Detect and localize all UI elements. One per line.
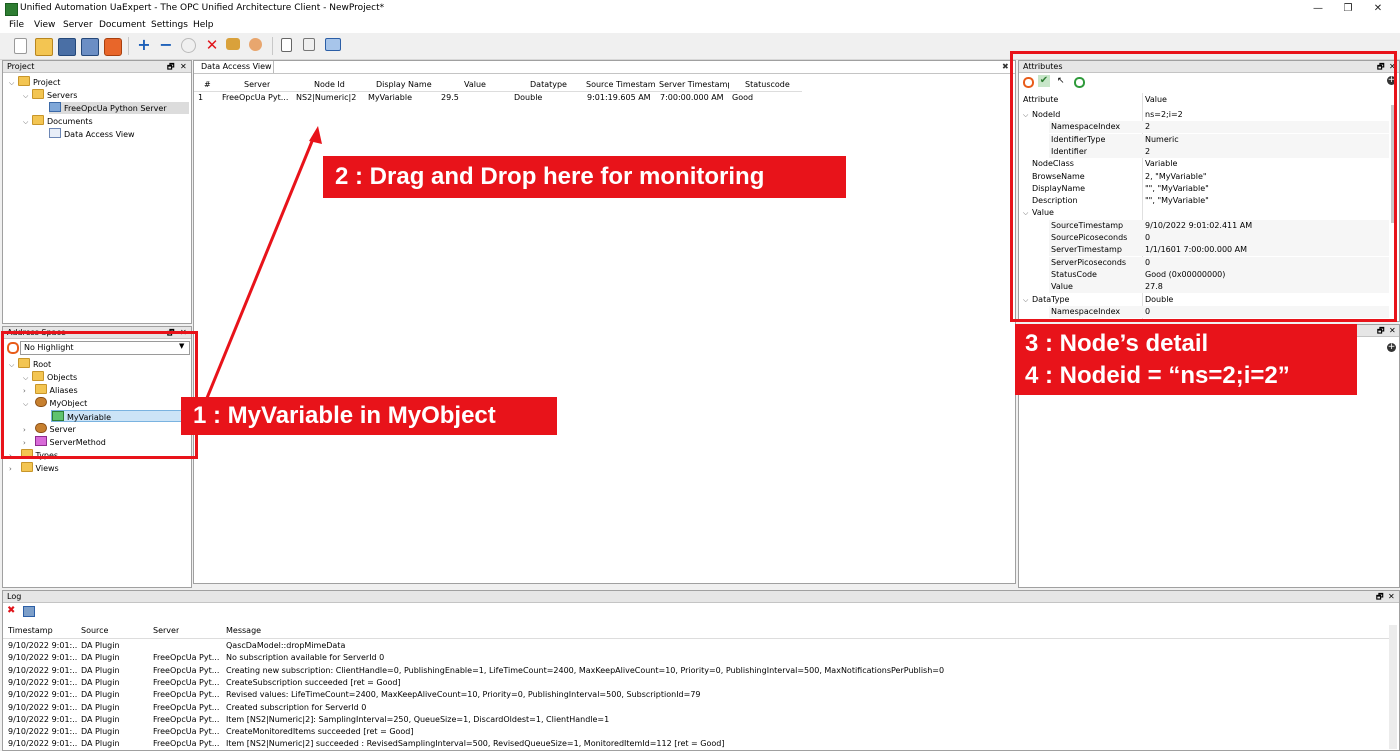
callout-drag-drop: 2 : Drag and Drop here for monitoring	[323, 156, 846, 198]
callout-myvariable: 1 : MyVariable in MyObject	[181, 397, 557, 435]
callout-node-detail-line2: 4 : Nodeid = “ns=2;i=2”	[1025, 362, 1290, 389]
callout-node-detail: 3 : Node’s detail 4 : Nodeid = “ns=2;i=2…	[1015, 324, 1357, 395]
callout-node-detail-line1: 3 : Node’s detail	[1025, 330, 1209, 357]
